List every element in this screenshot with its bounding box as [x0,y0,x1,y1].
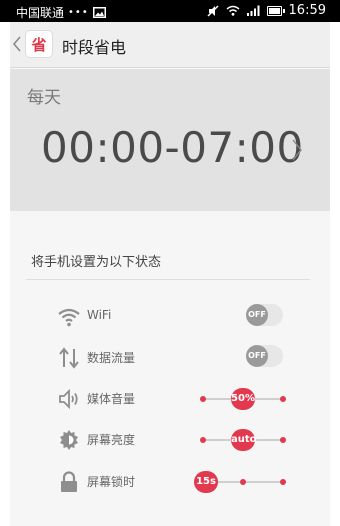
battery-icon [266,5,285,16]
setting-label: 屏幕锁时 [87,475,136,489]
schedule-panel[interactable]: 每天 00:00-07:00 [10,69,330,211]
app-icon-char: 省 [31,35,47,54]
slider-thumb[interactable]: 15s [194,471,218,493]
data-toggle[interactable]: OFF [246,345,283,367]
setting-label: 屏幕亮度 [87,433,136,447]
slider-stop [280,396,286,402]
mute-icon [207,4,219,17]
image-notification-icon [92,7,106,18]
page-title: 时段省电 [62,38,127,57]
setting-row-volume: 媒体音量 50% [10,383,330,415]
brightness-icon [60,430,78,450]
slider-stop [280,479,286,485]
wifi-icon [58,308,80,327]
volume-slider[interactable]: 50% [198,388,288,410]
status-bar: 中国联通 ••• 16:59 [0,0,340,22]
toggle-knob: OFF [246,345,268,367]
clock: 16:59 [288,3,326,18]
chevron-left-icon [12,36,21,52]
title-bar: 省 时段省电 [10,22,330,68]
slider-stop [240,479,246,485]
status-left: 中国联通 ••• [16,4,106,21]
slider-thumb[interactable]: 50% [231,388,255,410]
lock-icon [61,471,77,492]
brightness-slider[interactable]: auto [198,429,288,451]
chevron-right-icon[interactable] [290,137,304,163]
data-arrows-icon [59,347,79,369]
time-range: 00:00-07:00 [41,123,304,172]
setting-row-brightness: 屏幕亮度 auto [10,424,330,456]
slider-stop [200,437,206,443]
carrier-name: 中国联通 [16,6,65,20]
notification-dots: ••• [68,7,89,18]
setting-row-data: 数据流量 OFF [10,342,330,374]
wifi-toggle[interactable]: OFF [246,304,283,326]
lock-time-slider[interactable]: 15s [194,471,288,493]
slider-thumb[interactable]: auto [231,429,257,451]
speaker-icon [59,388,78,410]
back-button[interactable] [12,35,24,53]
signal-icon [246,5,260,16]
section-label: 将手机设置为以下状态 [31,255,162,270]
app-window: 省 时段省电 每天 00:00-07:00 将手机设置为以下状态 WiFi OF… [10,22,330,526]
divider [26,279,310,280]
setting-label: 媒体音量 [87,392,136,406]
setting-row-wifi: WiFi OFF [10,301,330,333]
toggle-knob: OFF [246,304,268,326]
setting-label: 数据流量 [87,351,136,365]
slider-stop [280,437,286,443]
app-icon: 省 [25,30,53,58]
slider-stop [200,396,206,402]
setting-label: WiFi [87,308,112,322]
repeat-label: 每天 [27,88,61,108]
setting-row-lock: 屏幕锁时 15s [10,466,330,498]
wifi-status-icon [226,5,240,16]
status-right: 16:59 [207,3,326,18]
